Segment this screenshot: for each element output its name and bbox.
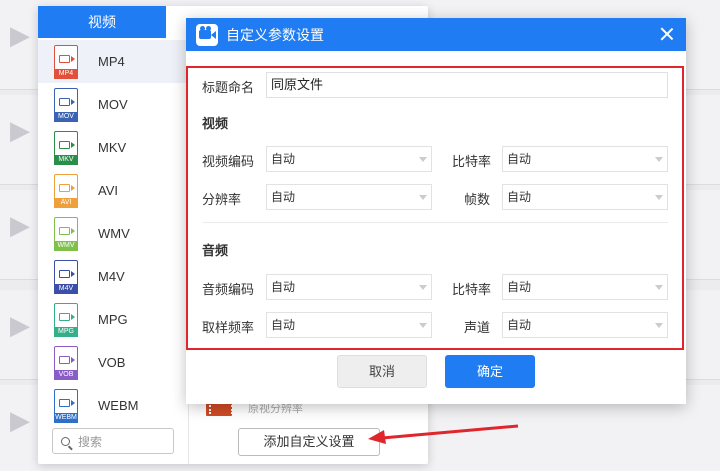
search-placeholder: 搜索 [78,434,103,449]
audio-bitrate-label: 比特率 [452,282,492,297]
chevron-down-icon [655,195,663,200]
format-item-avi[interactable]: AVI AVI [38,169,188,212]
resolution-select[interactable]: 自动 [266,184,432,210]
section-divider [202,222,668,223]
file-format-icon: WMV [54,216,78,251]
format-item-vob[interactable]: VOB VOB [38,341,188,384]
format-item-m4v[interactable]: M4V M4V [38,255,188,298]
video-icon: ▶ [10,210,30,240]
samplerate-label: 取样频率 [202,320,255,335]
video-icon: ▶ [10,20,30,50]
file-format-icon: MP4 [54,44,78,79]
format-name: VOB [98,355,126,370]
format-name: M4V [98,269,125,284]
dialog-title: 自定义参数设置 [226,26,324,43]
samplerate-value: 自动 [271,318,296,332]
format-name: AVI [98,183,118,198]
format-item-wmv[interactable]: WMV WMV [38,212,188,255]
ok-button[interactable]: 确定 [445,355,535,388]
resolution-label: 分辨率 [202,192,242,207]
search-icon [61,436,70,446]
format-list: MP4 MP4 MOV MOV MKV MKV AVI AVI WMV WMV M4V M4V MPG M… [38,40,188,430]
video-bitrate-label: 比特率 [452,154,492,169]
audio-codec-value: 自动 [271,280,296,294]
custom-params-dialog: 自定义参数设置 标题命名 同原文件 视频 视频编码 自动 比特率 自动 分辨率 … [186,18,686,404]
file-format-icon: AVI [54,173,78,208]
dialog-titlebar: 自定义参数设置 [186,18,686,51]
format-name: MOV [98,97,128,112]
framerate-select[interactable]: 自动 [502,184,668,210]
resolution-value: 自动 [271,190,296,204]
channel-value: 自动 [507,318,532,332]
file-format-icon: VOB [54,345,78,380]
video-codec-label: 视频编码 [202,154,255,169]
video-codec-select[interactable]: 自动 [266,146,432,172]
file-format-icon: WEBM [54,388,78,423]
format-item-webm[interactable]: WEBM WEBM [38,384,188,427]
channel-label: 声道 [464,320,491,335]
audio-bitrate-select[interactable]: 自动 [502,274,668,300]
framerate-value: 自动 [507,190,532,204]
samplerate-select[interactable]: 自动 [266,312,432,338]
format-name: WEBM [98,398,139,413]
close-icon[interactable] [658,25,676,43]
cancel-button[interactable]: 取消 [337,355,427,388]
add-custom-settings-button[interactable]: 添加自定义设置 [238,428,380,456]
video-bitrate-select[interactable]: 自动 [502,146,668,172]
file-format-icon: MPG [54,302,78,337]
chevron-down-icon [419,285,427,290]
video-bitrate-value: 自动 [507,152,532,166]
format-search-input[interactable]: 搜索 [52,428,174,454]
chevron-down-icon [419,323,427,328]
format-name: MKV [98,140,127,155]
tab-video[interactable]: 视频 [38,6,166,38]
chevron-down-icon [655,157,663,162]
audio-codec-select[interactable]: 自动 [266,274,432,300]
format-name: MPG [98,312,128,327]
arrow-annotation [368,424,519,444]
video-codec-value: 自动 [271,152,296,166]
chevron-down-icon [419,195,427,200]
format-item-mkv[interactable]: MKV MKV [38,126,188,169]
format-item-mp4[interactable]: MP4 MP4 [38,40,188,83]
format-name: MP4 [98,54,125,69]
format-name: WMV [98,226,130,241]
settings-highlight-box: 标题命名 同原文件 视频 视频编码 自动 比特率 自动 分辨率 自动 帧数 自动… [186,66,684,350]
chevron-down-icon [655,323,663,328]
audio-bitrate-value: 自动 [507,280,532,294]
chevron-down-icon [655,285,663,290]
chevron-down-icon [419,157,427,162]
file-format-icon: M4V [54,259,78,294]
video-icon: ▶ [10,310,30,340]
audio-codec-label: 音频编码 [202,282,255,297]
format-item-mov[interactable]: MOV MOV [38,83,188,126]
video-icon: ▶ [10,115,30,145]
title-naming-label: 标题命名 [202,80,255,95]
video-icon: ▶ [10,405,30,435]
video-section-heading: 视频 [202,116,229,131]
file-format-icon: MOV [54,87,78,122]
audio-section-heading: 音频 [202,243,229,258]
channel-select[interactable]: 自动 [502,312,668,338]
format-item-mpg[interactable]: MPG MPG [38,298,188,341]
title-naming-input[interactable]: 同原文件 [266,72,668,98]
framerate-label: 帧数 [464,192,491,207]
app-logo-icon [196,23,218,46]
file-format-icon: MKV [54,130,78,165]
